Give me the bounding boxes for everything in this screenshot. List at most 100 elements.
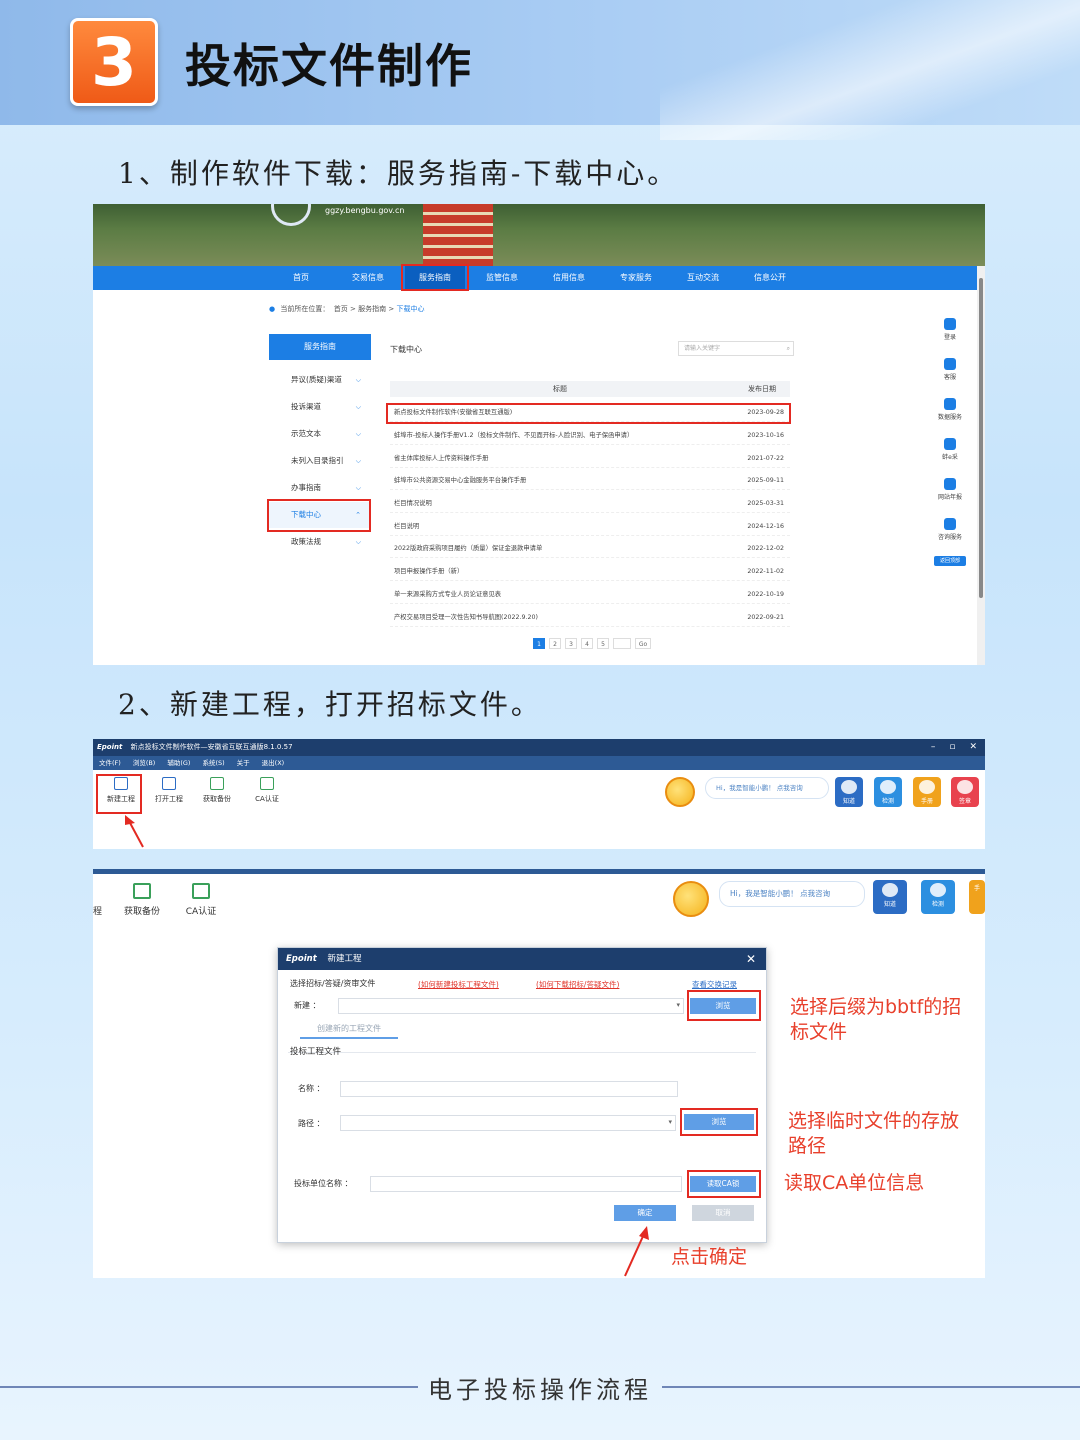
ca-auth-button[interactable]: CA认证 bbox=[241, 777, 293, 804]
scrollbar[interactable] bbox=[977, 266, 985, 665]
minimize-icon[interactable]: – bbox=[931, 739, 936, 756]
sidebar-item-unlisted[interactable]: 未列入目录指引 ⌵ bbox=[269, 448, 371, 474]
sidebar-item-guide[interactable]: 办事指南 ⌵ bbox=[269, 475, 371, 501]
table-header: 标题 发布日期 bbox=[390, 381, 790, 397]
float-service[interactable]: 客服 bbox=[931, 358, 969, 394]
table-row[interactable]: 栏目情况说明 2025-03-31 bbox=[390, 495, 790, 513]
shield-icon bbox=[930, 883, 946, 897]
footer-text: 电子投标操作流程 bbox=[428, 1376, 652, 1404]
app-zhidao[interactable]: 知道 bbox=[835, 777, 863, 807]
window-title: 新点投标文件制作软件—安徽省互联互通版8.1.0.57 bbox=[130, 743, 293, 751]
app-manual[interactable]: 手 bbox=[969, 880, 985, 914]
app-zhidao[interactable]: 知道 bbox=[873, 880, 907, 914]
chevron-down-icon: ⌵ bbox=[355, 430, 361, 438]
menu-about[interactable]: 关于 bbox=[237, 756, 250, 770]
sidebar-title: 服务指南 bbox=[269, 334, 371, 360]
assistant-mascot-icon[interactable] bbox=[673, 881, 709, 917]
dialog-titlebar: Epoint 新建工程 ✕ bbox=[278, 948, 766, 970]
menu-file[interactable]: 文件(F) bbox=[99, 756, 121, 770]
website-screenshot: ggzy.bengbu.gov.cn 首页 交易信息 服务指南 监管信息 信用信… bbox=[93, 204, 985, 665]
nav-credit[interactable]: 信用信息 bbox=[539, 266, 599, 290]
assistant-bubble[interactable]: Hi，我是智能小鹏！ 点我咨询 bbox=[719, 881, 865, 907]
table-row[interactable]: 蚌埠市-投标人操作手册V1.2（投标文件制作、不见面开标-人脸识别、电子保函申请… bbox=[390, 427, 790, 445]
header-banner bbox=[0, 0, 1080, 140]
ok-button[interactable]: 确定 bbox=[614, 1205, 676, 1221]
app-signature[interactable]: 签章 bbox=[951, 777, 979, 807]
sidebar-item-objection[interactable]: 异议(质疑)渠道 ⌵ bbox=[269, 367, 371, 393]
sidebar-item-complaint[interactable]: 投诉渠道 ⌵ bbox=[269, 394, 371, 420]
page-4[interactable]: 4 bbox=[581, 638, 593, 649]
cancel-button[interactable]: 取消 bbox=[692, 1205, 754, 1221]
breadcrumb-home[interactable]: 首页 bbox=[334, 305, 348, 313]
brand-logo: Epoint bbox=[97, 743, 123, 751]
report-icon bbox=[944, 478, 956, 490]
sidebar-item-templates[interactable]: 示范文本 ⌵ bbox=[269, 421, 371, 447]
get-backup-button[interactable]: 获取备份 bbox=[121, 883, 163, 917]
window-top-strip bbox=[93, 869, 985, 874]
float-consult[interactable]: 咨询服务 bbox=[931, 518, 969, 554]
ca-auth-button[interactable]: CA认证 bbox=[181, 883, 221, 917]
float-becai[interactable]: 蚌e采 bbox=[931, 438, 969, 474]
link-how-new[interactable]: (如何新建投标工程文件) bbox=[418, 979, 499, 990]
app-check[interactable]: 检测 bbox=[921, 880, 955, 914]
float-annual-report[interactable]: 网站年报 bbox=[931, 478, 969, 514]
nav-home[interactable]: 首页 bbox=[271, 266, 331, 290]
table-row[interactable]: 省主体库投标人上传资料操作手册 2021-07-22 bbox=[390, 450, 790, 468]
search-icon[interactable]: ⌕ bbox=[787, 342, 790, 355]
table-row[interactable]: 栏目说明 2024-12-16 bbox=[390, 518, 790, 536]
back-to-top-button[interactable]: 返回顶部 bbox=[934, 556, 966, 566]
new-project-screenshot: 程 获取备份 CA认证 Hi，我是智能小鹏！ 点我咨询 知道 检测 手 Epoi… bbox=[93, 869, 985, 1278]
content-title: 下载中心 bbox=[390, 345, 422, 354]
app-manual[interactable]: 手册 bbox=[913, 777, 941, 807]
menu-system[interactable]: 系统(S) bbox=[202, 756, 224, 770]
table-row[interactable]: 项目申报操作手册（新） 2022-11-02 bbox=[390, 563, 790, 581]
project-name-input[interactable] bbox=[340, 1081, 678, 1097]
float-login[interactable]: 登录 bbox=[931, 318, 969, 354]
project-path-select[interactable]: ▾ bbox=[340, 1115, 676, 1131]
page-jump-input[interactable] bbox=[613, 638, 631, 649]
table-row[interactable]: 2022版政府采购项目履约（质量）保证金退款申请单 2022-12-02 bbox=[390, 540, 790, 558]
close-icon[interactable]: ✕ bbox=[746, 948, 756, 970]
page-3[interactable]: 3 bbox=[565, 638, 577, 649]
menu-exit[interactable]: 退出(X) bbox=[262, 756, 285, 770]
nav-interaction[interactable]: 互动交流 bbox=[673, 266, 733, 290]
close-icon[interactable]: ✕ bbox=[969, 739, 977, 756]
headset-icon bbox=[944, 358, 956, 370]
get-backup-button[interactable]: 获取备份 bbox=[191, 777, 243, 804]
search-input[interactable]: 请输入关键字 ⌕ bbox=[678, 341, 794, 356]
link-view-records[interactable]: 查看交换记录 bbox=[692, 979, 737, 990]
nav-trade-info[interactable]: 交易信息 bbox=[338, 266, 398, 290]
annotation-click-ok: 点击确定 bbox=[671, 1246, 748, 1268]
assistant-consult-link[interactable]: 点我咨询 bbox=[777, 784, 803, 792]
assistant-consult-link[interactable]: 点我咨询 bbox=[800, 889, 830, 898]
bidder-unit-input[interactable] bbox=[370, 1176, 682, 1192]
table-row[interactable]: 产权交易项目受理一次性告知书导航图(2022.9.20) 2022-09-21 bbox=[390, 609, 790, 627]
step-2-title: 2、新建工程，打开招标文件。 bbox=[118, 688, 542, 721]
assistant-mascot-icon[interactable] bbox=[665, 777, 695, 807]
page-go-button[interactable]: Go bbox=[635, 638, 651, 649]
app-check[interactable]: 检测 bbox=[874, 777, 902, 807]
restore-icon[interactable]: ▫ bbox=[949, 739, 955, 756]
float-data-service[interactable]: 数据服务 bbox=[931, 398, 969, 434]
open-project-button[interactable]: 打开工程 bbox=[143, 777, 195, 804]
link-how-download[interactable]: (如何下载招标/答疑文件) bbox=[536, 979, 619, 990]
tab-create-project[interactable]: 创建新的工程文件 bbox=[300, 1023, 398, 1039]
page-1[interactable]: 1 bbox=[533, 638, 545, 649]
bid-file-select[interactable]: ▾ bbox=[338, 998, 684, 1014]
page-5[interactable]: 5 bbox=[597, 638, 609, 649]
table-row[interactable]: 单一来源采购方式专业人员论证意见表 2022-10-19 bbox=[390, 586, 790, 604]
zhi-icon bbox=[841, 780, 857, 794]
assistant-bubble[interactable]: Hi，我是智能小鹏！ 点我咨询 bbox=[705, 777, 829, 799]
annotation-read-ca: 读取CA单位信息 bbox=[784, 1172, 925, 1194]
nav-expert[interactable]: 专家服务 bbox=[606, 266, 666, 290]
sidebar-item-policy[interactable]: 政策法规 ⌵ bbox=[269, 529, 371, 555]
menu-assist[interactable]: 辅助(G) bbox=[167, 756, 190, 770]
scrollbar-thumb[interactable] bbox=[979, 278, 983, 598]
page-2[interactable]: 2 bbox=[549, 638, 561, 649]
nav-supervision[interactable]: 监管信息 bbox=[472, 266, 532, 290]
menu-browse[interactable]: 浏览(B) bbox=[133, 756, 156, 770]
nav-public-info[interactable]: 信息公开 bbox=[740, 266, 800, 290]
label-new: 新建 ： bbox=[294, 1001, 321, 1010]
breadcrumb-section[interactable]: 服务指南 bbox=[358, 305, 386, 313]
table-row[interactable]: 蚌埠市公共资源交易中心金融服务平台操作手册 2025-09-11 bbox=[390, 472, 790, 490]
